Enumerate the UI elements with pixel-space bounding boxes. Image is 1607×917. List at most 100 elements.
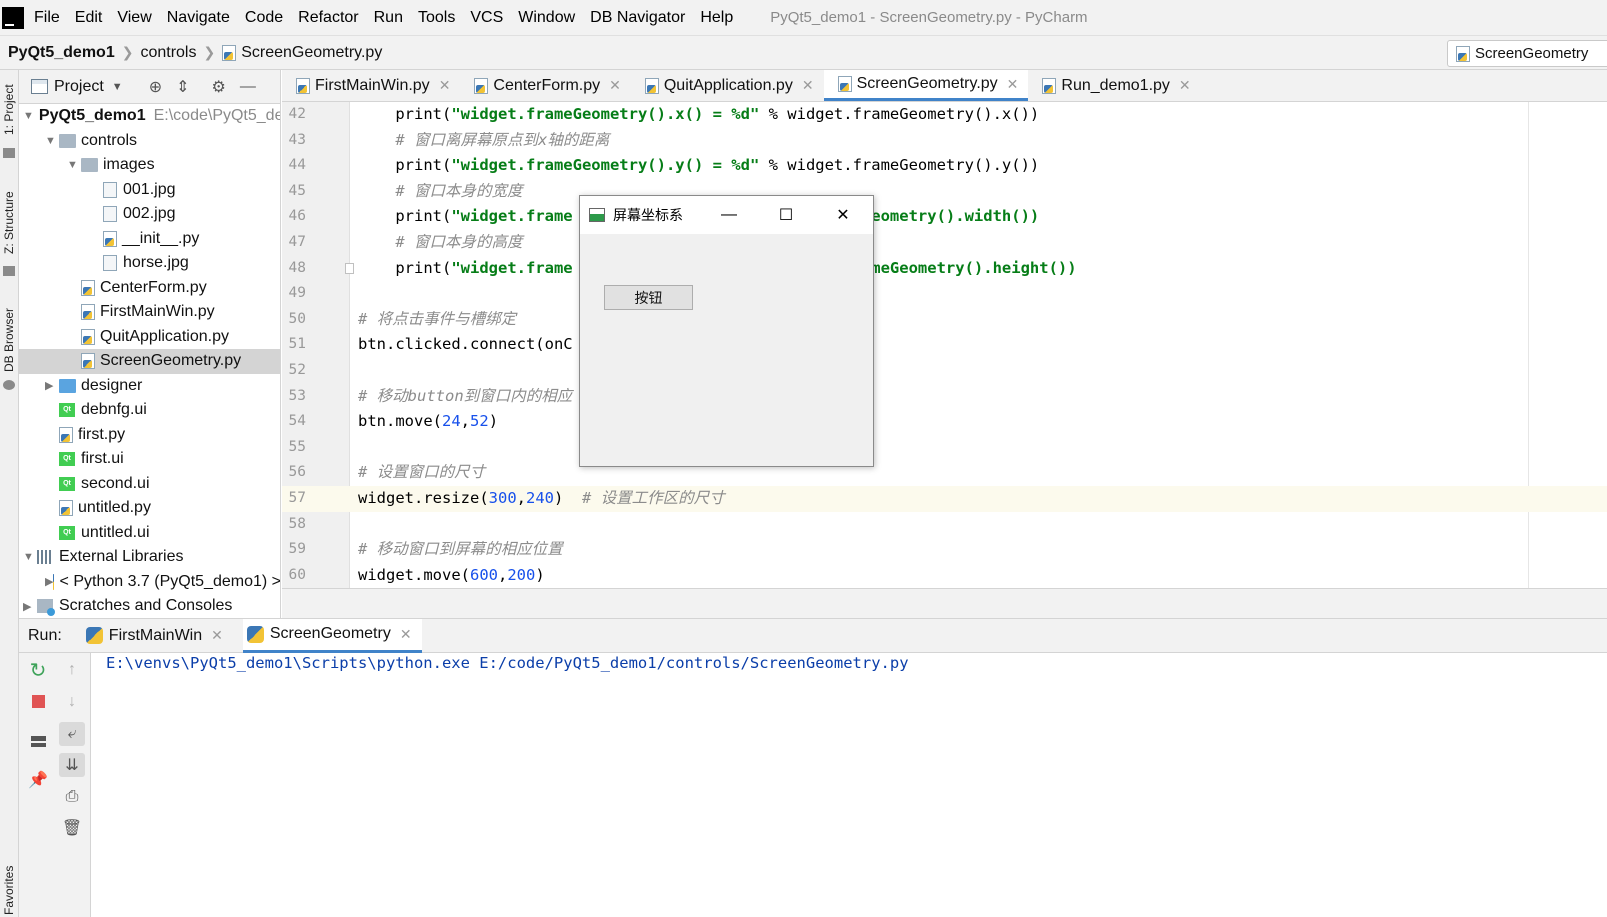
run-console[interactable]: E:\venvs\PyQt5_demo1\Scripts\python.exe … <box>92 653 1607 917</box>
tree-item[interactable]: Qt debnfg.ui <box>19 398 280 423</box>
scroll-to-end-icon[interactable]: ⇊ <box>59 753 85 777</box>
trash-icon[interactable]: 🗑 <box>59 816 85 840</box>
code-line[interactable]: 49 <box>282 281 1607 307</box>
code-line[interactable]: 46 print("widget.frame t.frameGeometry()… <box>282 204 1607 230</box>
tree-item[interactable]: ▼ PyQt5_demo1 E:\code\PyQt5_demo1 <box>19 104 280 129</box>
menu-help[interactable]: Help <box>700 9 733 27</box>
tree-item[interactable]: ScreenGeometry.py <box>19 349 280 374</box>
code-line[interactable]: 54 btn.move(24,52) <box>282 409 1607 435</box>
tree-item[interactable]: ▶ designer <box>19 374 280 399</box>
menu-navigate[interactable]: Navigate <box>167 9 230 27</box>
tree-item[interactable]: Qt first.ui <box>19 447 280 472</box>
run-tab-screen-geometry[interactable]: ScreenGeometry ✕ <box>242 618 422 653</box>
editor-tab[interactable]: QuitApplication.py ✕ <box>631 70 824 101</box>
editor-tab[interactable]: Run_demo1.py ✕ <box>1028 70 1200 101</box>
demo-push-button[interactable]: 按钮 <box>604 285 693 310</box>
code-line[interactable]: 50 # 将点击事件与槽绑定 <box>282 307 1607 333</box>
code-line[interactable]: 45 # 窗口本身的宽度 <box>282 179 1607 205</box>
project-panel-title[interactable]: Project <box>54 78 104 96</box>
editor-horizontal-scrollbar[interactable] <box>282 588 1607 618</box>
code-line[interactable]: 53 # 移动button到窗口内的相应 <box>282 384 1607 410</box>
tree-item[interactable]: 001.jpg <box>19 178 280 203</box>
tree-item[interactable]: Qt second.ui <box>19 472 280 497</box>
expand-arrow-icon[interactable]: ▼ <box>23 110 34 122</box>
chevron-down-icon[interactable]: ▼ <box>112 81 123 93</box>
code-line[interactable]: 44 print("widget.frameGeometry().y() = %… <box>282 153 1607 179</box>
close-icon[interactable]: ✕ <box>815 196 871 234</box>
tree-item[interactable]: CenterForm.py <box>19 276 280 301</box>
breadcrumb-folder[interactable]: controls <box>140 44 196 62</box>
editor-tab[interactable]: ScreenGeometry.py ✕ <box>823 70 1029 101</box>
run-configuration-dropdown[interactable]: ScreenGeometry <box>1447 40 1607 67</box>
tree-item[interactable]: ▼ controls <box>19 129 280 154</box>
code-line[interactable]: 42 print("widget.frameGeometry().x() = %… <box>282 102 1607 128</box>
layout-icon[interactable] <box>25 729 51 753</box>
collapse-arrow-icon[interactable]: ▶ <box>23 600 37 613</box>
pin-icon[interactable]: 📌 <box>25 768 51 792</box>
breadcrumb-project[interactable]: PyQt5_demo1 <box>8 44 115 62</box>
tree-item[interactable]: __init__.py <box>19 227 280 252</box>
code-line[interactable]: 58 <box>282 512 1607 538</box>
tree-item[interactable]: untitled.py <box>19 496 280 521</box>
collapse-arrow-icon[interactable]: ▶ <box>45 379 59 392</box>
print-icon[interactable]: ⎙ <box>59 785 85 809</box>
tree-item[interactable]: QuitApplication.py <box>19 325 280 350</box>
code-line[interactable]: 60 widget.move(600,200) <box>282 563 1607 588</box>
collapse-arrow-icon[interactable]: ▶ <box>45 575 53 588</box>
menu-vcs[interactable]: VCS <box>470 9 503 27</box>
minimize-icon[interactable]: — <box>701 196 757 234</box>
tree-item[interactable]: FirstMainWin.py <box>19 300 280 325</box>
menu-run[interactable]: Run <box>374 9 403 27</box>
code-line[interactable]: 52 <box>282 358 1607 384</box>
menu-edit[interactable]: Edit <box>75 9 103 27</box>
expand-arrow-icon[interactable]: ▼ <box>45 135 59 147</box>
close-icon[interactable]: ✕ <box>400 626 412 643</box>
locate-crosshair-icon[interactable]: ⊕ <box>149 77 162 97</box>
hide-panel-icon[interactable]: — <box>240 78 256 96</box>
code-line[interactable]: 48 print("widget.frame dget.frameGeometr… <box>282 256 1607 282</box>
code-line[interactable]: 43 # 窗口离屏幕原点到x轴的距离 <box>282 128 1607 154</box>
pyqt-window-titlebar[interactable]: 屏幕坐标系 — ☐ ✕ <box>580 196 873 234</box>
expand-arrow-icon[interactable]: ▼ <box>23 551 37 563</box>
breadcrumb-file[interactable]: ScreenGeometry.py <box>222 44 382 62</box>
arrow-down-icon[interactable]: ↓ <box>59 690 85 714</box>
menu-tools[interactable]: Tools <box>418 9 455 27</box>
editor-tab[interactable]: CenterForm.py ✕ <box>460 70 630 101</box>
editor-tab[interactable]: FirstMainWin.py ✕ <box>282 70 460 101</box>
menu-window[interactable]: Window <box>518 9 575 27</box>
code-line[interactable]: 55 <box>282 435 1607 461</box>
fold-marker-icon[interactable] <box>345 262 354 274</box>
tree-item[interactable]: first.py <box>19 423 280 448</box>
tree-item[interactable]: Qt untitled.ui <box>19 521 280 546</box>
tree-item[interactable]: ▶ < Python 3.7 (PyQt5_demo1) > <box>19 570 280 595</box>
close-icon[interactable]: ✕ <box>609 77 621 94</box>
menu-refactor[interactable]: Refactor <box>298 9 358 27</box>
maximize-icon[interactable]: ☐ <box>758 196 814 234</box>
code-line[interactable]: 59 # 移动窗口到屏幕的相应位置 <box>282 537 1607 563</box>
code-editor[interactable]: 42 print("widget.frameGeometry().x() = %… <box>282 102 1607 588</box>
code-line[interactable]: 51 btn.clicked.connect(onC <box>282 332 1607 358</box>
code-line[interactable]: 56 # 设置窗口的尺寸 <box>282 460 1607 486</box>
menu-file[interactable]: File <box>34 9 60 27</box>
arrow-up-icon[interactable]: ↑ <box>59 658 85 682</box>
tree-item[interactable]: ▼ images <box>19 153 280 178</box>
close-icon[interactable]: ✕ <box>211 627 223 644</box>
tree-item[interactable]: ▼ External Libraries <box>19 545 280 570</box>
soft-wrap-icon[interactable]: ⤶ <box>59 722 85 746</box>
collapse-all-icon[interactable]: ⇕ <box>176 77 189 97</box>
code-line[interactable]: 47 # 窗口本身的高度 <box>282 230 1607 256</box>
close-icon[interactable]: ✕ <box>439 77 451 94</box>
expand-arrow-icon[interactable]: ▼ <box>67 159 81 171</box>
run-tab-first-main-win[interactable]: FirstMainWin ✕ <box>82 619 233 653</box>
close-icon[interactable]: ✕ <box>1179 77 1191 94</box>
tree-item[interactable]: horse.jpg <box>19 251 280 276</box>
menu-code[interactable]: Code <box>245 9 283 27</box>
gear-icon[interactable]: ⚙ <box>212 77 226 97</box>
tree-item[interactable]: 002.jpg <box>19 202 280 227</box>
stop-icon[interactable] <box>25 689 51 713</box>
close-icon[interactable]: ✕ <box>802 77 814 94</box>
menu-db-navigator[interactable]: DB Navigator <box>590 9 685 27</box>
menu-view[interactable]: View <box>117 9 151 27</box>
tree-item[interactable]: ▶ Scratches and Consoles <box>19 594 280 618</box>
code-line[interactable]: 57 widget.resize(300,240) # 设置工作区的尺寸 <box>282 486 1607 512</box>
